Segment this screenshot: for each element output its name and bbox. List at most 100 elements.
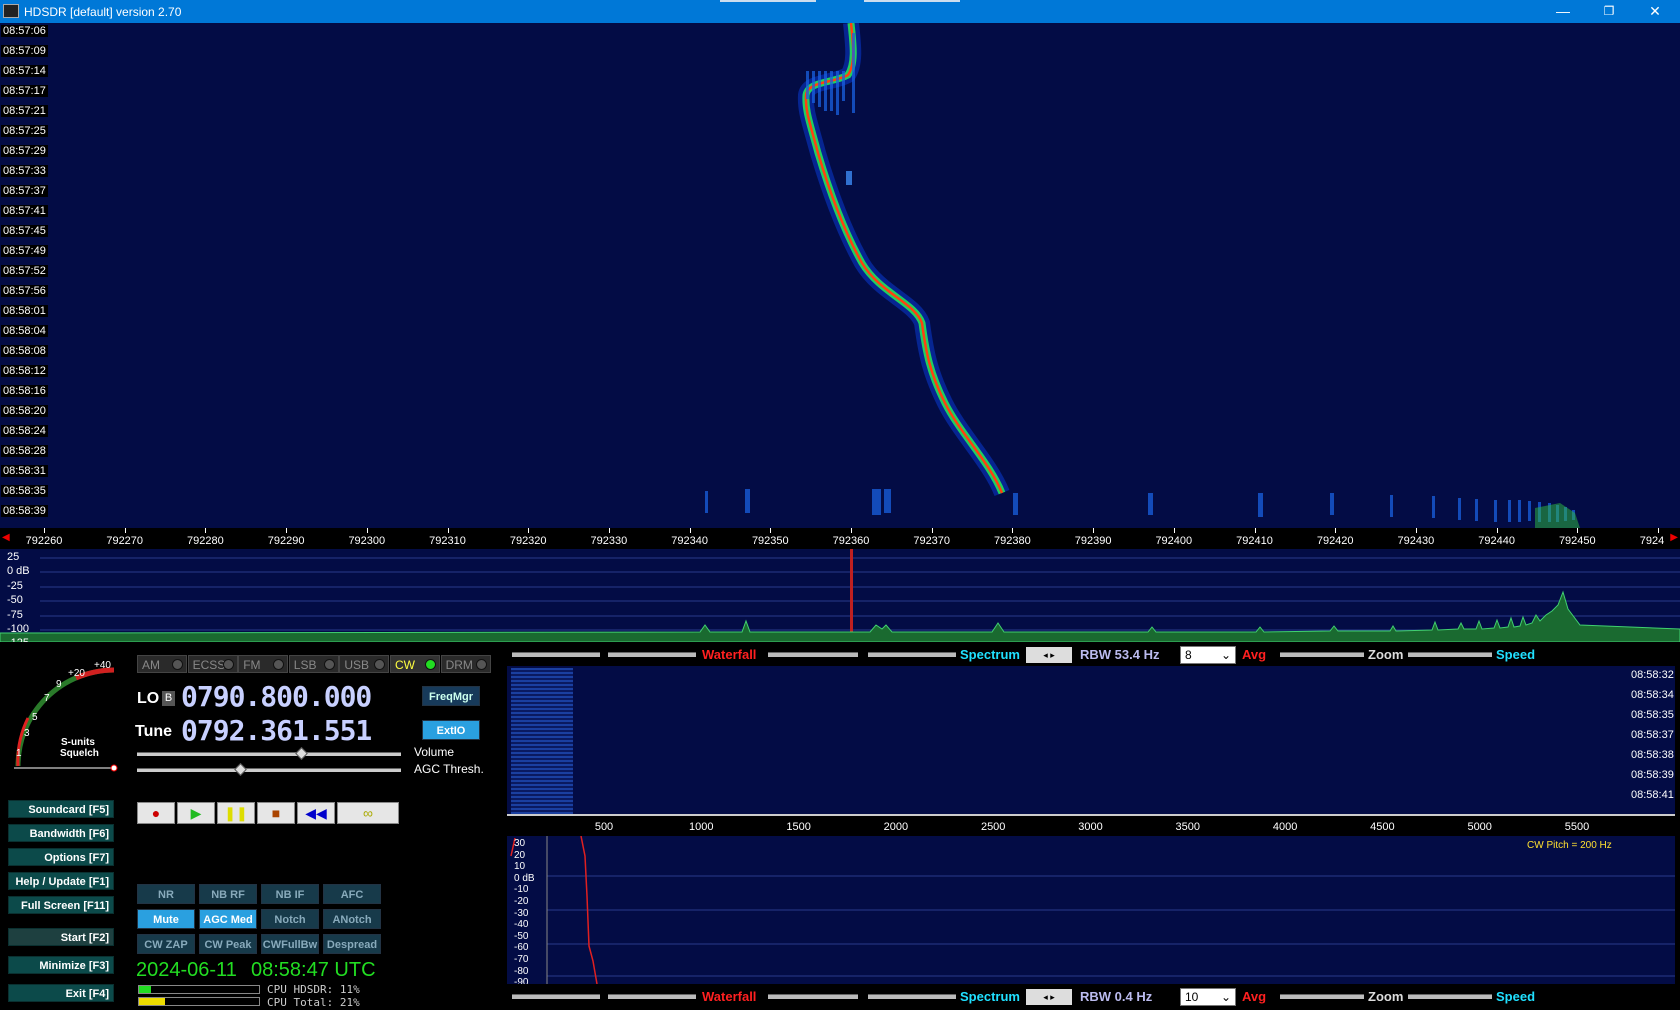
af-zoom-slider[interactable] <box>1280 994 1364 999</box>
mode-button-usb[interactable]: USB <box>339 655 390 673</box>
mode-led-icon <box>222 659 234 670</box>
mode-label: FM <box>243 658 261 672</box>
minimize-window-button[interactable]: — <box>1540 0 1586 23</box>
agc-threshold-slider[interactable] <box>137 768 401 772</box>
function-button-8[interactable]: Exit [F4] <box>8 984 114 1002</box>
frequency-tick <box>1496 528 1498 533</box>
af-speed-slider[interactable] <box>1408 994 1492 999</box>
frequency-label: 792270 <box>106 535 144 547</box>
stop-button[interactable]: ■ <box>257 802 295 824</box>
mode-button-am[interactable]: AM <box>137 655 187 673</box>
speed-slider[interactable] <box>1408 652 1492 657</box>
scroll-right-arrow-icon[interactable]: ▶ <box>1670 532 1678 543</box>
af-rbw-stepper[interactable]: ◂ ▸ <box>1026 989 1072 1005</box>
af-spectrum-range-slider[interactable] <box>768 994 858 999</box>
rbw-stepper[interactable]: ◂ ▸ <box>1026 647 1072 663</box>
waterfall-offset-slider[interactable] <box>608 652 696 657</box>
dsp-button-cwfullbw[interactable]: CWFullBw <box>261 934 319 954</box>
freqmgr-button[interactable]: FreqMgr <box>422 686 480 706</box>
mode-button-lsb[interactable]: LSB <box>288 655 339 673</box>
frequency-tick <box>851 528 852 533</box>
af-waterfall-offset-slider[interactable] <box>608 994 696 999</box>
avg-select[interactable]: 8 ⌄ <box>1180 646 1236 664</box>
af-waterfall[interactable]: 08:58:32 08:58:34 08:58:35 08:58:37 08:58:38… <box>507 666 1675 814</box>
zoom-slider[interactable] <box>1280 652 1364 657</box>
function-button-6[interactable]: Start [F2] <box>8 928 114 946</box>
tune-frequency-display[interactable]: 0792.361.551 <box>181 714 372 747</box>
frequency-label: 792260 <box>25 535 63 547</box>
dsp-button-anotch[interactable]: ANotch <box>323 909 381 929</box>
spectrum-db-label: -50 <box>7 594 23 607</box>
spectrum-plot <box>0 549 1680 642</box>
volume-slider[interactable] <box>137 752 401 756</box>
lo-frequency-display[interactable]: 0790.800.000 <box>181 680 372 713</box>
mode-led-icon <box>425 659 436 670</box>
af-frequency-ruler[interactable]: 500 1000 1500 2000 2500 3000 3500 4000 4500 5000 5… <box>507 814 1675 836</box>
spectrum-offset-slider[interactable] <box>868 652 956 657</box>
af-waterfall-range-slider[interactable] <box>512 994 600 999</box>
spectrum-range-slider[interactable] <box>768 652 858 657</box>
scroll-left-arrow-icon[interactable]: ◀ <box>2 532 10 543</box>
af-spectrum-label: Spectrum <box>960 989 1020 1004</box>
af-time-label: 08:58:39 <box>1631 769 1674 781</box>
extio-button[interactable]: ExtIO <box>422 720 480 740</box>
play-button[interactable]: ▶ <box>177 802 215 824</box>
dsp-button-cw-zap[interactable]: CW ZAP <box>137 934 195 954</box>
frequency-tick <box>1254 528 1256 533</box>
mode-button-drm[interactable]: DRM <box>440 655 491 673</box>
af-time-label: 08:58:35 <box>1631 709 1674 721</box>
function-button-4[interactable]: Help / Update [F1] <box>8 872 114 890</box>
mode-label: DRM <box>445 658 473 672</box>
rf-waterfall[interactable]: 08:57:06 08:57:09 08:57:14 08:57:17 08:57:21… <box>0 23 1680 528</box>
af-db-label: -60 <box>514 942 529 954</box>
frequency-label: 792330 <box>590 535 628 547</box>
frequency-label: 792400 <box>1155 535 1193 547</box>
pause-button[interactable]: ❚❚ <box>217 802 255 824</box>
waterfall-time-label: 08:58:28 <box>1 445 48 457</box>
app-icon <box>3 4 19 18</box>
function-button-7[interactable]: Minimize [F3] <box>8 956 114 974</box>
function-button-2[interactable]: Bandwidth [F6] <box>8 824 114 842</box>
dsp-button-nr[interactable]: NR <box>137 884 195 904</box>
dsp-button-afc[interactable]: AFC <box>323 884 381 904</box>
restore-window-button[interactable]: ❐ <box>1586 0 1632 23</box>
lo-badge[interactable]: B <box>162 691 175 706</box>
zoom-label: Zoom <box>1368 647 1404 662</box>
mode-button-ecss[interactable]: ECSS <box>187 655 238 673</box>
mode-button-cw[interactable]: CW <box>390 655 440 673</box>
s-meter-label-7: 7 <box>44 693 50 704</box>
af-spectrum-offset-slider[interactable] <box>868 994 956 999</box>
rewind-button[interactable]: ◀◀ <box>297 802 335 824</box>
s-meter-label-1: 1 <box>16 748 22 759</box>
dsp-button-mute[interactable]: Mute <box>137 909 195 929</box>
loop-icon: ∞ <box>363 805 373 821</box>
dsp-button-notch[interactable]: Notch <box>261 909 319 929</box>
rf-spectrum[interactable]: 25 0 dB-25 -50-75 -100 -125 <box>0 549 1680 642</box>
loop-button[interactable]: ∞ <box>337 802 399 824</box>
record-button[interactable]: ● <box>137 802 175 824</box>
dsp-button-agc-med[interactable]: AGC Med <box>199 909 257 929</box>
af-avg-select[interactable]: 10 ⌄ <box>1180 988 1236 1006</box>
rewind-icon: ◀◀ <box>305 805 327 821</box>
function-button-1[interactable]: Soundcard [F5] <box>8 800 114 818</box>
frequency-ruler[interactable]: ◀ ▶ 792260 792270 792280 792290 792300 792310… <box>0 528 1680 549</box>
dsp-button-nb-rf[interactable]: NB RF <box>199 884 257 904</box>
mode-button-fm[interactable]: FM <box>238 655 289 673</box>
frequency-tick <box>124 528 126 533</box>
dsp-button-despread[interactable]: Despread <box>323 934 381 954</box>
frequency-label: 792390 <box>1074 535 1112 547</box>
s-units-caption: S-units <box>61 737 95 748</box>
dsp-button-cw-peak[interactable]: CW Peak <box>199 934 257 954</box>
frequency-label: 792280 <box>187 535 224 547</box>
dsp-button-nb-if[interactable]: NB IF <box>261 884 319 904</box>
af-frequency-label: 2500 <box>980 821 1006 833</box>
frequency-label: 792420 <box>1316 535 1354 547</box>
function-button-3[interactable]: Options [F7] <box>8 848 114 866</box>
function-button-5[interactable]: Full Screen [F11] <box>8 896 114 914</box>
af-spectrum[interactable]: 30 20 10 0 dB -10 -20 -30 -40 -50 -60 -70 -80 -90 CW… <box>507 836 1675 984</box>
waterfall-time-label: 08:57:37 <box>1 185 48 197</box>
close-window-button[interactable]: ✕ <box>1632 0 1678 23</box>
af-zoom-label: Zoom <box>1368 989 1404 1004</box>
waterfall-time-label: 08:57:49 <box>1 245 48 257</box>
waterfall-range-slider[interactable] <box>512 652 600 657</box>
